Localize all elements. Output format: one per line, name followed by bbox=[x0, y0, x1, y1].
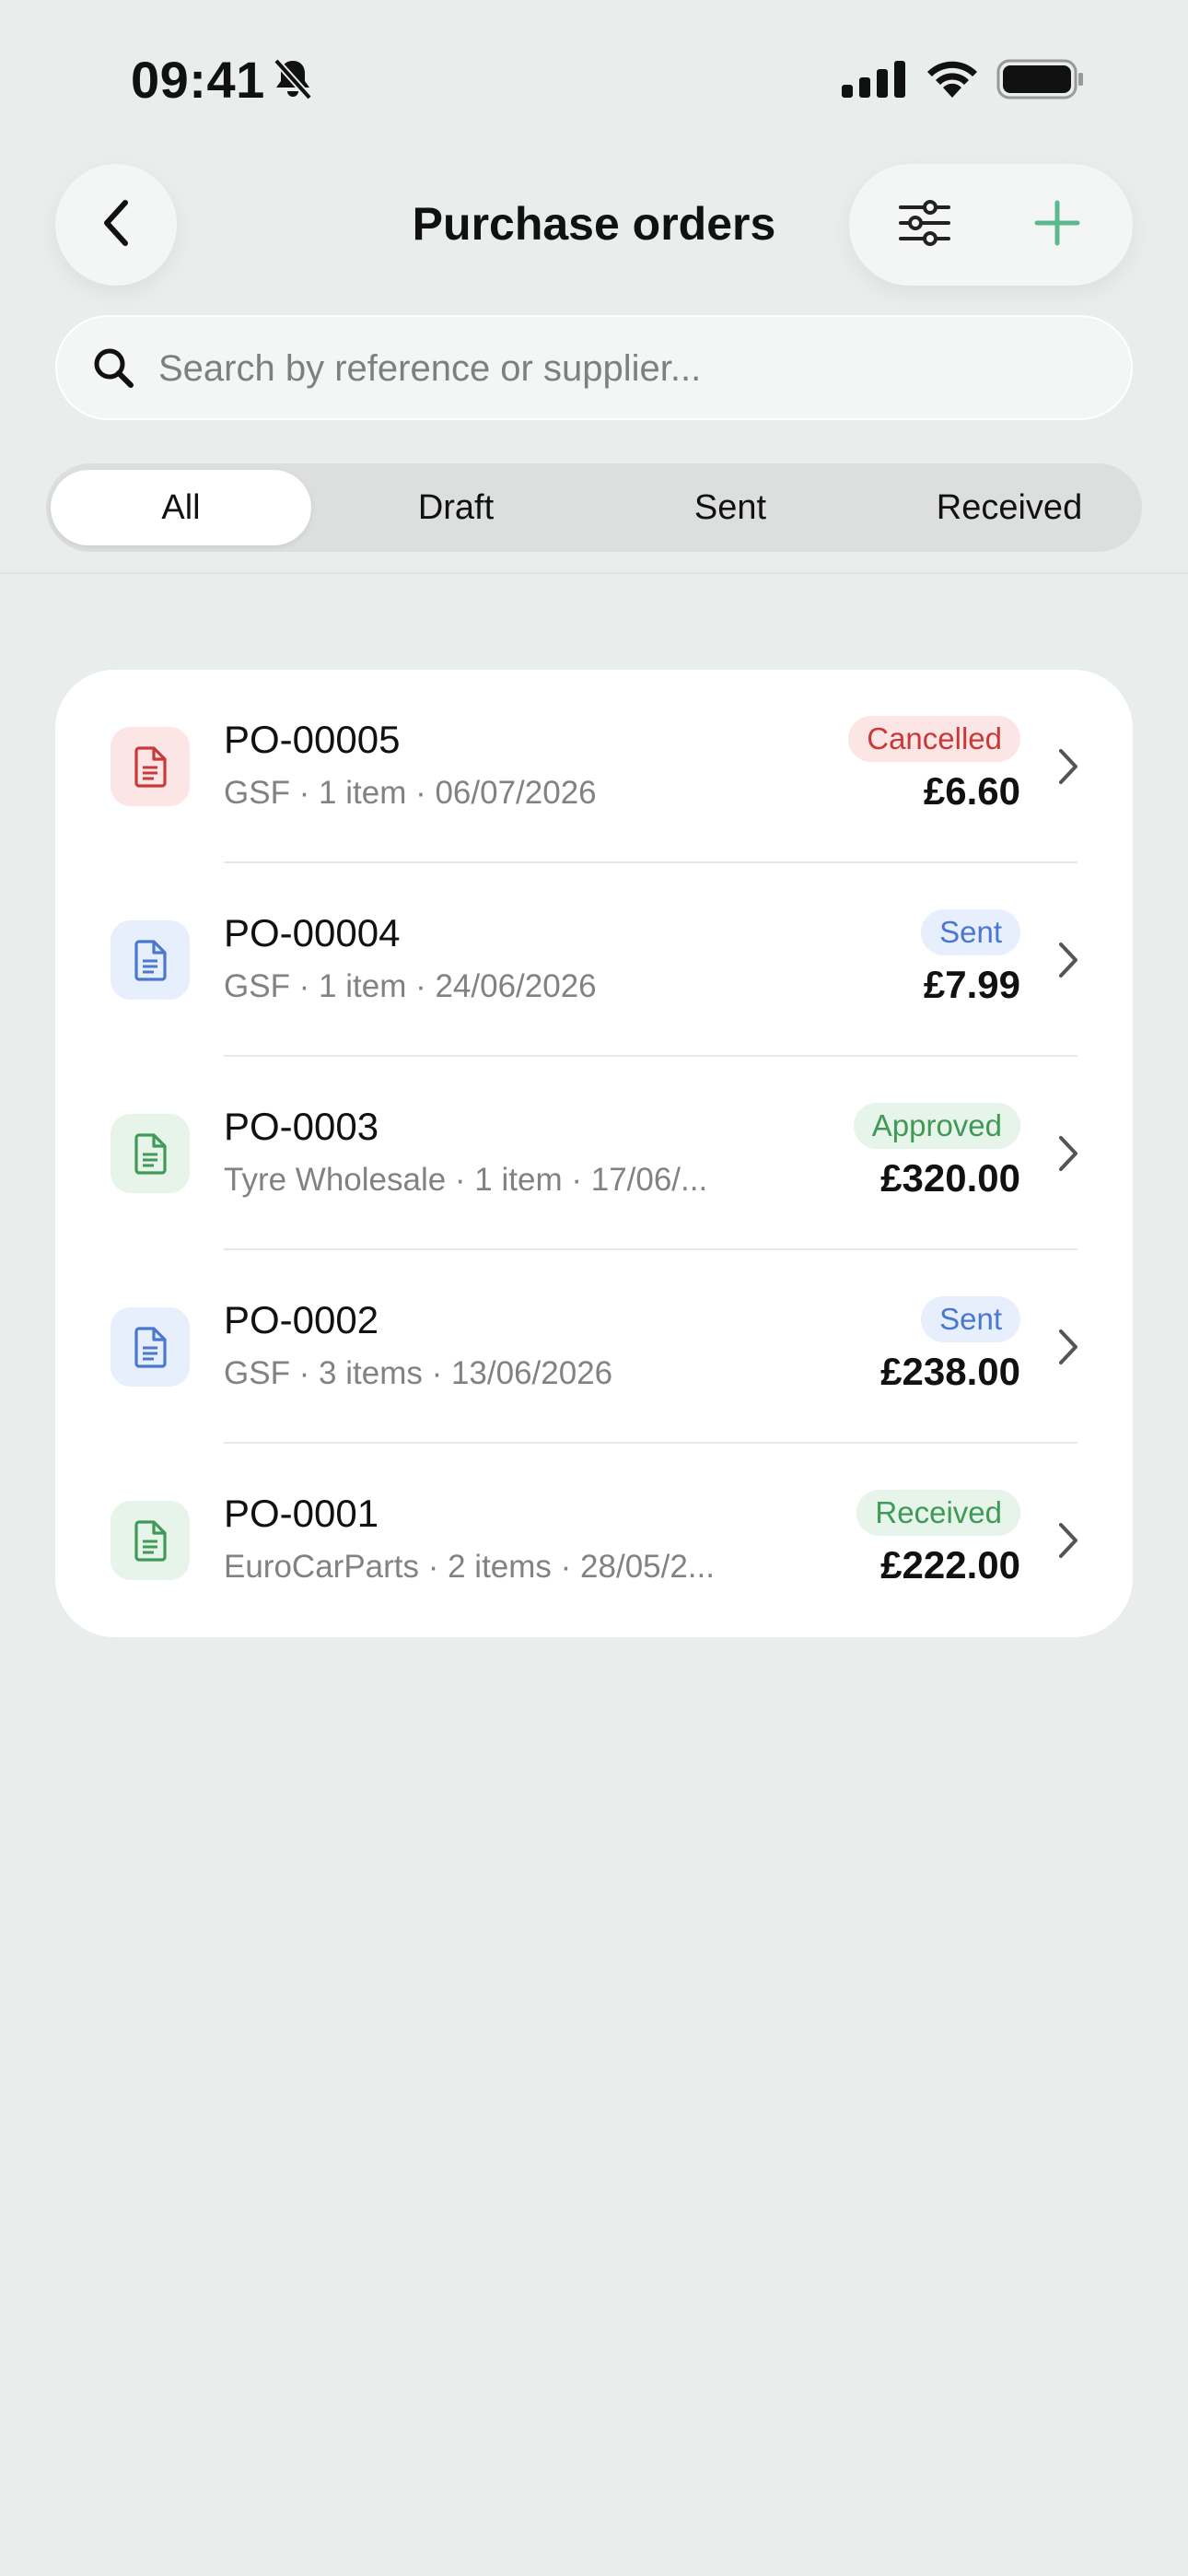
bell-slash-icon bbox=[273, 57, 313, 106]
wifi-icon bbox=[925, 57, 980, 102]
filter-button[interactable] bbox=[888, 197, 961, 252]
order-amount: £320.00 bbox=[880, 1156, 1020, 1200]
sliders-icon bbox=[897, 199, 952, 251]
status-bar: 09:41 bbox=[0, 0, 1188, 157]
status-time: 09:41 bbox=[131, 51, 265, 109]
order-row[interactable]: PO-00004 GSF · 1 item · 24/06/2026 Sent … bbox=[55, 863, 1133, 1057]
header-divider bbox=[0, 572, 1188, 574]
document-icon bbox=[111, 727, 190, 806]
document-icon bbox=[111, 1307, 190, 1387]
document-icon bbox=[111, 1501, 190, 1580]
order-details: GSF · 3 items · 13/06/2026 bbox=[224, 1355, 613, 1391]
cellular-signal-icon bbox=[842, 61, 906, 102]
order-details: EuroCarParts · 2 items · 28/05/2... bbox=[224, 1549, 715, 1585]
tab-all[interactable]: All bbox=[51, 470, 311, 545]
search-bar[interactable] bbox=[55, 315, 1133, 420]
order-amount: £238.00 bbox=[880, 1350, 1020, 1393]
order-row[interactable]: PO-0002 GSF · 3 items · 13/06/2026 Sent … bbox=[55, 1250, 1133, 1444]
battery-icon bbox=[996, 59, 1085, 104]
tab-sent[interactable]: Sent bbox=[606, 470, 855, 545]
status-badge: Received bbox=[856, 1490, 1020, 1536]
order-reference: PO-0002 bbox=[224, 1298, 379, 1341]
tab-draft[interactable]: Draft bbox=[332, 470, 580, 545]
document-icon bbox=[111, 920, 190, 1000]
order-amount: £7.99 bbox=[923, 963, 1020, 1006]
status-badge: Approved bbox=[853, 1103, 1020, 1149]
search-icon bbox=[92, 346, 134, 393]
document-icon bbox=[111, 1114, 190, 1193]
chevron-right-icon bbox=[1057, 747, 1079, 790]
add-button[interactable] bbox=[1030, 197, 1085, 252]
chevron-right-icon bbox=[1057, 1521, 1079, 1564]
header-actions bbox=[849, 164, 1133, 286]
order-reference: PO-0001 bbox=[224, 1492, 379, 1535]
order-row[interactable]: PO-0001 EuroCarParts · 2 items · 28/05/2… bbox=[55, 1444, 1133, 1637]
chevron-right-icon bbox=[1057, 1328, 1079, 1371]
status-tabs: All Draft Sent Received bbox=[46, 463, 1142, 552]
chevron-right-icon bbox=[1057, 1134, 1079, 1177]
order-row[interactable]: PO-0003 Tyre Wholesale · 1 item · 17/06/… bbox=[55, 1057, 1133, 1250]
tab-received[interactable]: Received bbox=[880, 470, 1138, 545]
chevron-right-icon bbox=[1057, 941, 1079, 984]
status-badge: Cancelled bbox=[848, 716, 1020, 762]
order-details: Tyre Wholesale · 1 item · 17/06/... bbox=[224, 1162, 708, 1198]
order-reference: PO-00005 bbox=[224, 718, 401, 761]
status-badge: Sent bbox=[921, 909, 1020, 955]
search-input[interactable] bbox=[157, 337, 1081, 400]
status-badge: Sent bbox=[921, 1296, 1020, 1342]
order-details: GSF · 1 item · 24/06/2026 bbox=[224, 968, 597, 1004]
orders-list: PO-00005 GSF · 1 item · 06/07/2026 Cance… bbox=[55, 670, 1133, 1637]
order-reference: PO-00004 bbox=[224, 911, 401, 954]
order-details: GSF · 1 item · 06/07/2026 bbox=[224, 775, 597, 811]
plus-icon bbox=[1034, 200, 1080, 251]
order-amount: £6.60 bbox=[923, 769, 1020, 813]
order-amount: £222.00 bbox=[880, 1543, 1020, 1587]
order-reference: PO-0003 bbox=[224, 1105, 379, 1148]
order-row[interactable]: PO-00005 GSF · 1 item · 06/07/2026 Cance… bbox=[55, 670, 1133, 863]
